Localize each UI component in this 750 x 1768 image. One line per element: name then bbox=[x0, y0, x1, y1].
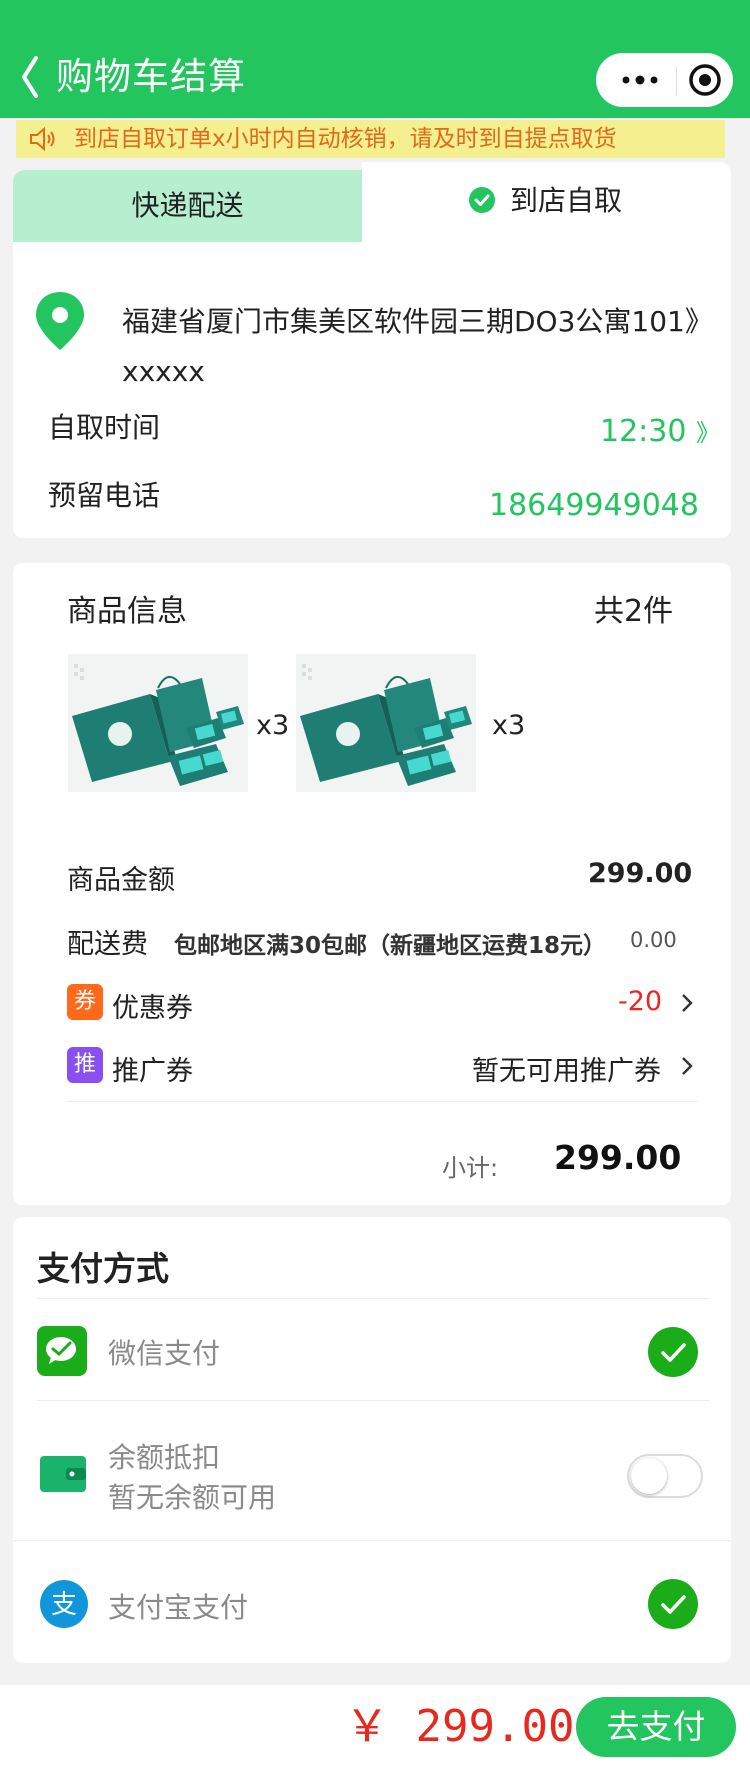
alipay-icon: 支 bbox=[40, 1580, 88, 1628]
product-image-icon bbox=[296, 654, 476, 792]
mini-program-capsule bbox=[596, 53, 733, 107]
coupon-label: 优惠券 bbox=[112, 993, 193, 1024]
pickup-time-arrow: 》 bbox=[696, 419, 721, 447]
goods-title: 商品信息 bbox=[67, 594, 187, 629]
alipay-glyph: 支 bbox=[51, 1590, 77, 1620]
promo-label: 推广券 bbox=[112, 1056, 193, 1087]
close-mini-program-icon[interactable] bbox=[688, 63, 722, 97]
address-line-2: xxxxx bbox=[122, 355, 205, 388]
selected-check-icon[interactable] bbox=[648, 1579, 698, 1629]
subtotal-value: 299.00 bbox=[554, 1138, 682, 1177]
pay-button[interactable]: 去支付 bbox=[576, 1697, 736, 1757]
product-qty: x3 bbox=[492, 710, 526, 741]
phone-value[interactable]: 18649949048 bbox=[489, 484, 699, 528]
shipping-label: 配送费 bbox=[67, 929, 148, 960]
balance-label: 余额抵扣 bbox=[108, 1441, 221, 1474]
balance-toggle[interactable] bbox=[627, 1454, 703, 1498]
tab-label: 快递配送 bbox=[131, 189, 244, 222]
product-qty: x3 bbox=[256, 710, 290, 741]
back-icon[interactable] bbox=[18, 52, 44, 102]
amount-value: 299.00 bbox=[588, 858, 693, 889]
divider bbox=[13, 1540, 731, 1541]
speaker-icon bbox=[30, 126, 55, 152]
divider bbox=[37, 1298, 709, 1299]
pickup-time-label: 自取时间 bbox=[48, 411, 161, 444]
total-price: ￥ 299.00 bbox=[345, 1701, 575, 1752]
coupon-badge: 券 bbox=[67, 984, 103, 1020]
shipping-value: 0.00 bbox=[630, 928, 677, 952]
pickup-time-text: 12:30 bbox=[600, 414, 687, 449]
product-thumbnail[interactable] bbox=[296, 654, 476, 792]
goods-count: 共2件 bbox=[594, 594, 674, 629]
selected-check-icon[interactable] bbox=[648, 1327, 698, 1377]
product-thumbnail[interactable] bbox=[68, 654, 248, 792]
notice-bar: 到店自取订单x小时内自动核销，请及时到自提点取货 bbox=[16, 120, 725, 158]
tab-store-pickup[interactable]: 到店自取 bbox=[362, 162, 731, 242]
page-title: 购物车结算 bbox=[56, 55, 246, 98]
wechat-pay-icon bbox=[37, 1326, 87, 1376]
shipping-note: 包邮地区满30包邮（新疆地区运费18元） bbox=[174, 933, 607, 959]
payment-title: 支付方式 bbox=[37, 1249, 169, 1288]
capsule-divider bbox=[676, 67, 677, 95]
subtotal-label: 小计: bbox=[442, 1154, 499, 1182]
chevron-right-icon[interactable] bbox=[680, 992, 694, 1014]
wechat-pay-label[interactable]: 微信支付 bbox=[108, 1332, 220, 1372]
divider bbox=[67, 1101, 697, 1102]
balance-note: 暂无余额可用 bbox=[108, 1481, 277, 1514]
product-image-icon bbox=[68, 654, 248, 792]
promo-value[interactable]: 暂无可用推广券 bbox=[472, 1049, 661, 1088]
notice-text: 到店自取订单x小时内自动核销，请及时到自提点取货 bbox=[74, 126, 617, 152]
toggle-knob bbox=[631, 1458, 667, 1494]
divider bbox=[37, 1400, 709, 1401]
chevron-right-icon[interactable] bbox=[680, 1055, 694, 1077]
pickup-time-value[interactable]: 12:30 》 bbox=[600, 410, 720, 455]
tab-label: 到店自取 bbox=[510, 184, 623, 217]
more-icon[interactable] bbox=[614, 53, 666, 107]
wallet-icon bbox=[40, 1456, 86, 1492]
address-line[interactable]: 福建省厦门市集美区软件园三期DO3公寓101》 bbox=[122, 300, 713, 344]
phone-label: 预留电话 bbox=[48, 479, 161, 512]
coupon-value[interactable]: -20 bbox=[618, 986, 662, 1017]
location-pin-icon bbox=[36, 292, 84, 350]
promo-badge: 推 bbox=[67, 1047, 103, 1083]
alipay-label[interactable]: 支付宝支付 bbox=[108, 1586, 248, 1626]
address-arrow: 》 bbox=[684, 305, 713, 338]
tab-express-delivery[interactable]: 快递配送 bbox=[13, 170, 362, 242]
check-circle-icon bbox=[469, 187, 495, 213]
address-text: 福建省厦门市集美区软件园三期DO3公寓101 bbox=[122, 305, 685, 338]
amount-label: 商品金额 bbox=[67, 865, 175, 896]
